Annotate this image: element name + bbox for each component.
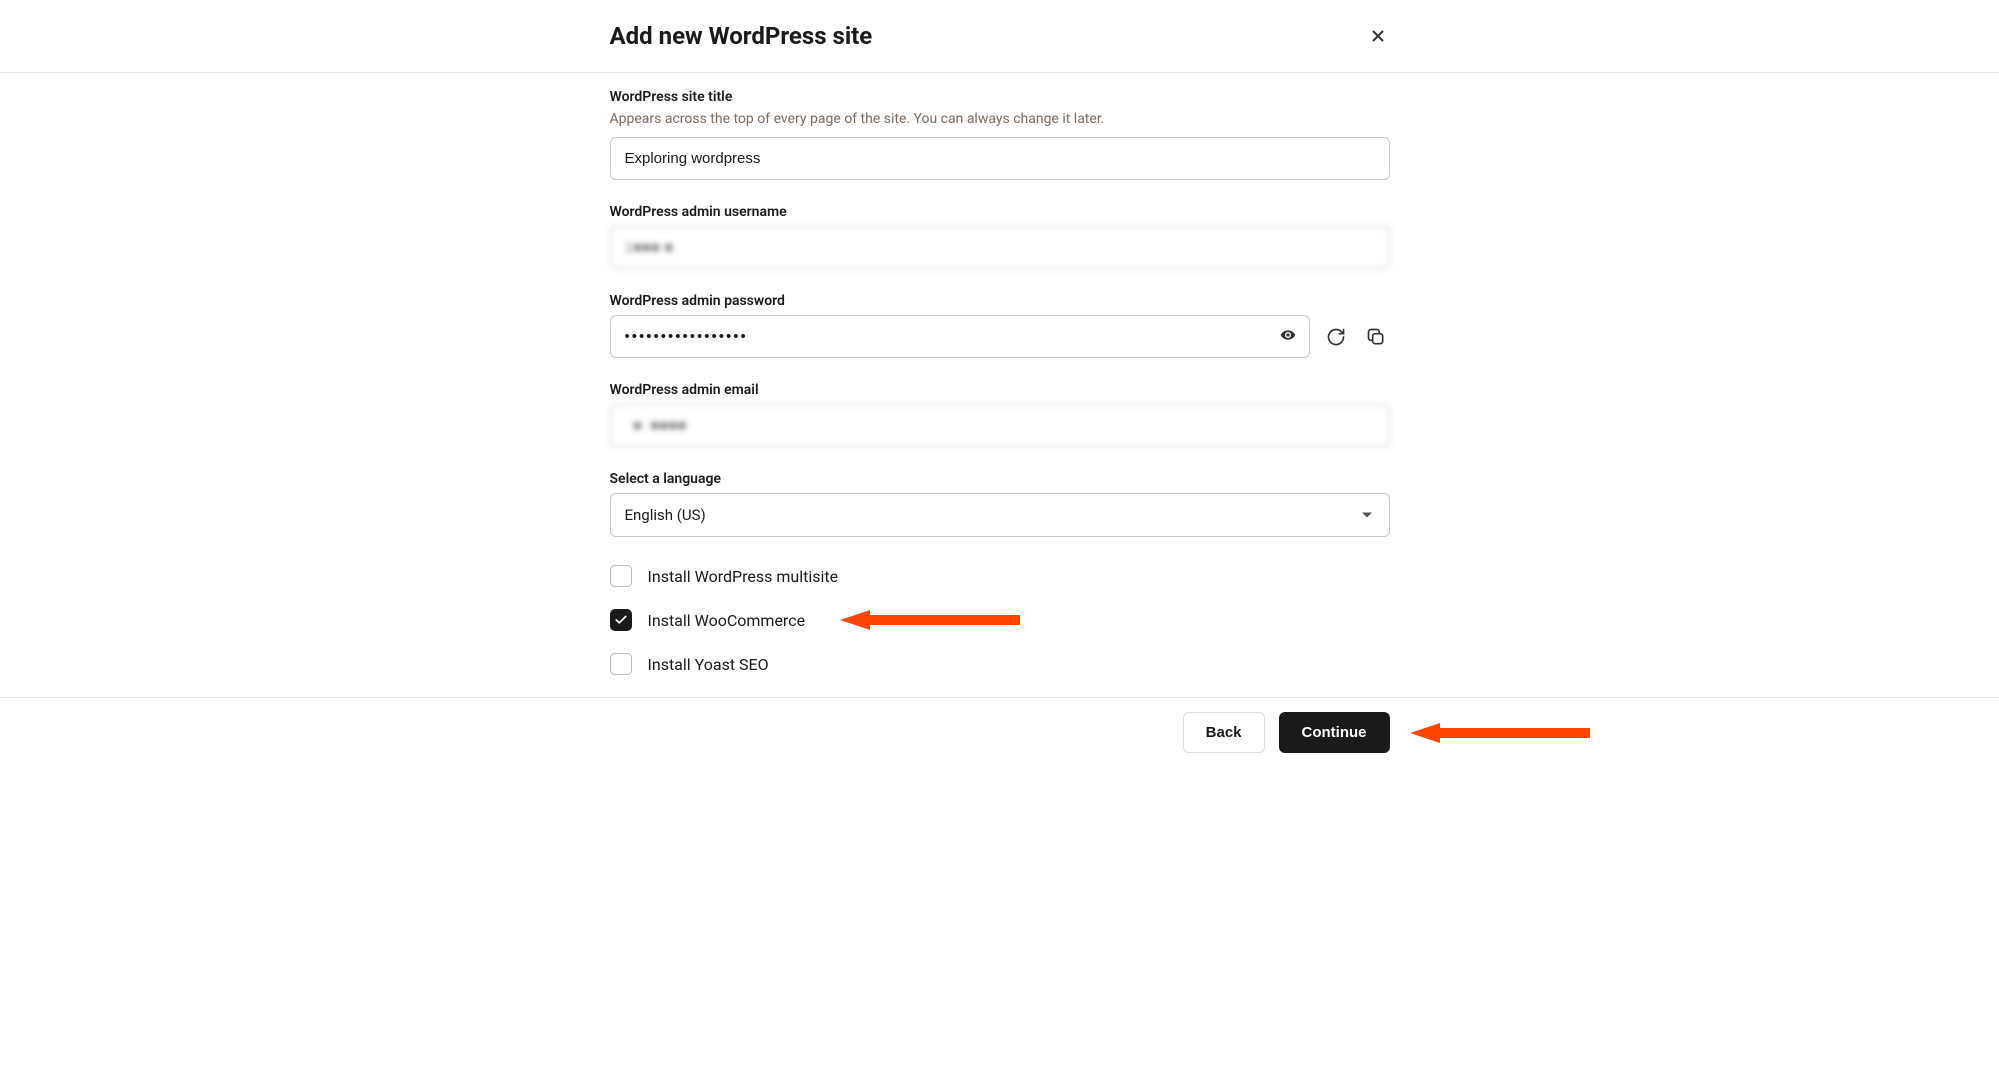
close-icon [1370,28,1386,44]
form-container: WordPress site title Appears across the … [610,89,1390,675]
site-title-input[interactable] [610,137,1390,180]
yoast-checkbox[interactable] [610,653,632,675]
woocommerce-checkbox[interactable] [610,609,632,631]
continue-button[interactable]: Continue [1279,712,1390,753]
copy-icon [1366,327,1386,347]
language-select[interactable]: English (US) [610,493,1390,537]
field-admin-password: WordPress admin password [610,293,1390,358]
regenerate-password-button[interactable] [1322,323,1350,351]
admin-password-label: WordPress admin password [610,293,1390,309]
field-language: Select a language English (US) [610,471,1390,537]
site-title-label: WordPress site title [610,89,1390,105]
eye-icon [1280,327,1296,343]
site-title-hint: Appears across the top of every page of … [610,111,1390,127]
checkbox-row-multisite: Install WordPress multisite [610,565,1390,587]
admin-username-label: WordPress admin username [610,204,1390,220]
checkbox-row-woocommerce: Install WooCommerce [610,609,1390,631]
admin-email-label: WordPress admin email [610,382,1390,398]
show-password-button[interactable] [1280,327,1296,347]
field-site-title: WordPress site title Appears across the … [610,89,1390,180]
field-admin-email: WordPress admin email [610,382,1390,447]
copy-password-button[interactable] [1362,323,1390,351]
multisite-label[interactable]: Install WordPress multisite [648,567,839,586]
admin-username-input[interactable] [610,226,1390,269]
annotation-arrow-woocommerce [840,608,1020,632]
modal-footer: Back Continue [0,697,1999,767]
admin-password-input[interactable] [610,315,1310,358]
refresh-icon [1326,327,1346,347]
modal-title: Add new WordPress site [610,22,873,50]
multisite-checkbox[interactable] [610,565,632,587]
checkbox-row-yoast: Install Yoast SEO [610,653,1390,675]
field-admin-username: WordPress admin username [610,204,1390,269]
yoast-label[interactable]: Install Yoast SEO [648,655,769,674]
back-button[interactable]: Back [1183,712,1265,753]
annotation-arrow-continue [1410,721,1590,745]
checkbox-group: Install WordPress multisite Install WooC… [610,565,1390,675]
woocommerce-label[interactable]: Install WooCommerce [648,611,806,630]
close-button[interactable] [1366,24,1390,48]
check-icon [614,613,628,627]
modal-header: Add new WordPress site [0,0,1999,73]
language-label: Select a language [610,471,1390,487]
admin-email-input[interactable] [610,404,1390,447]
